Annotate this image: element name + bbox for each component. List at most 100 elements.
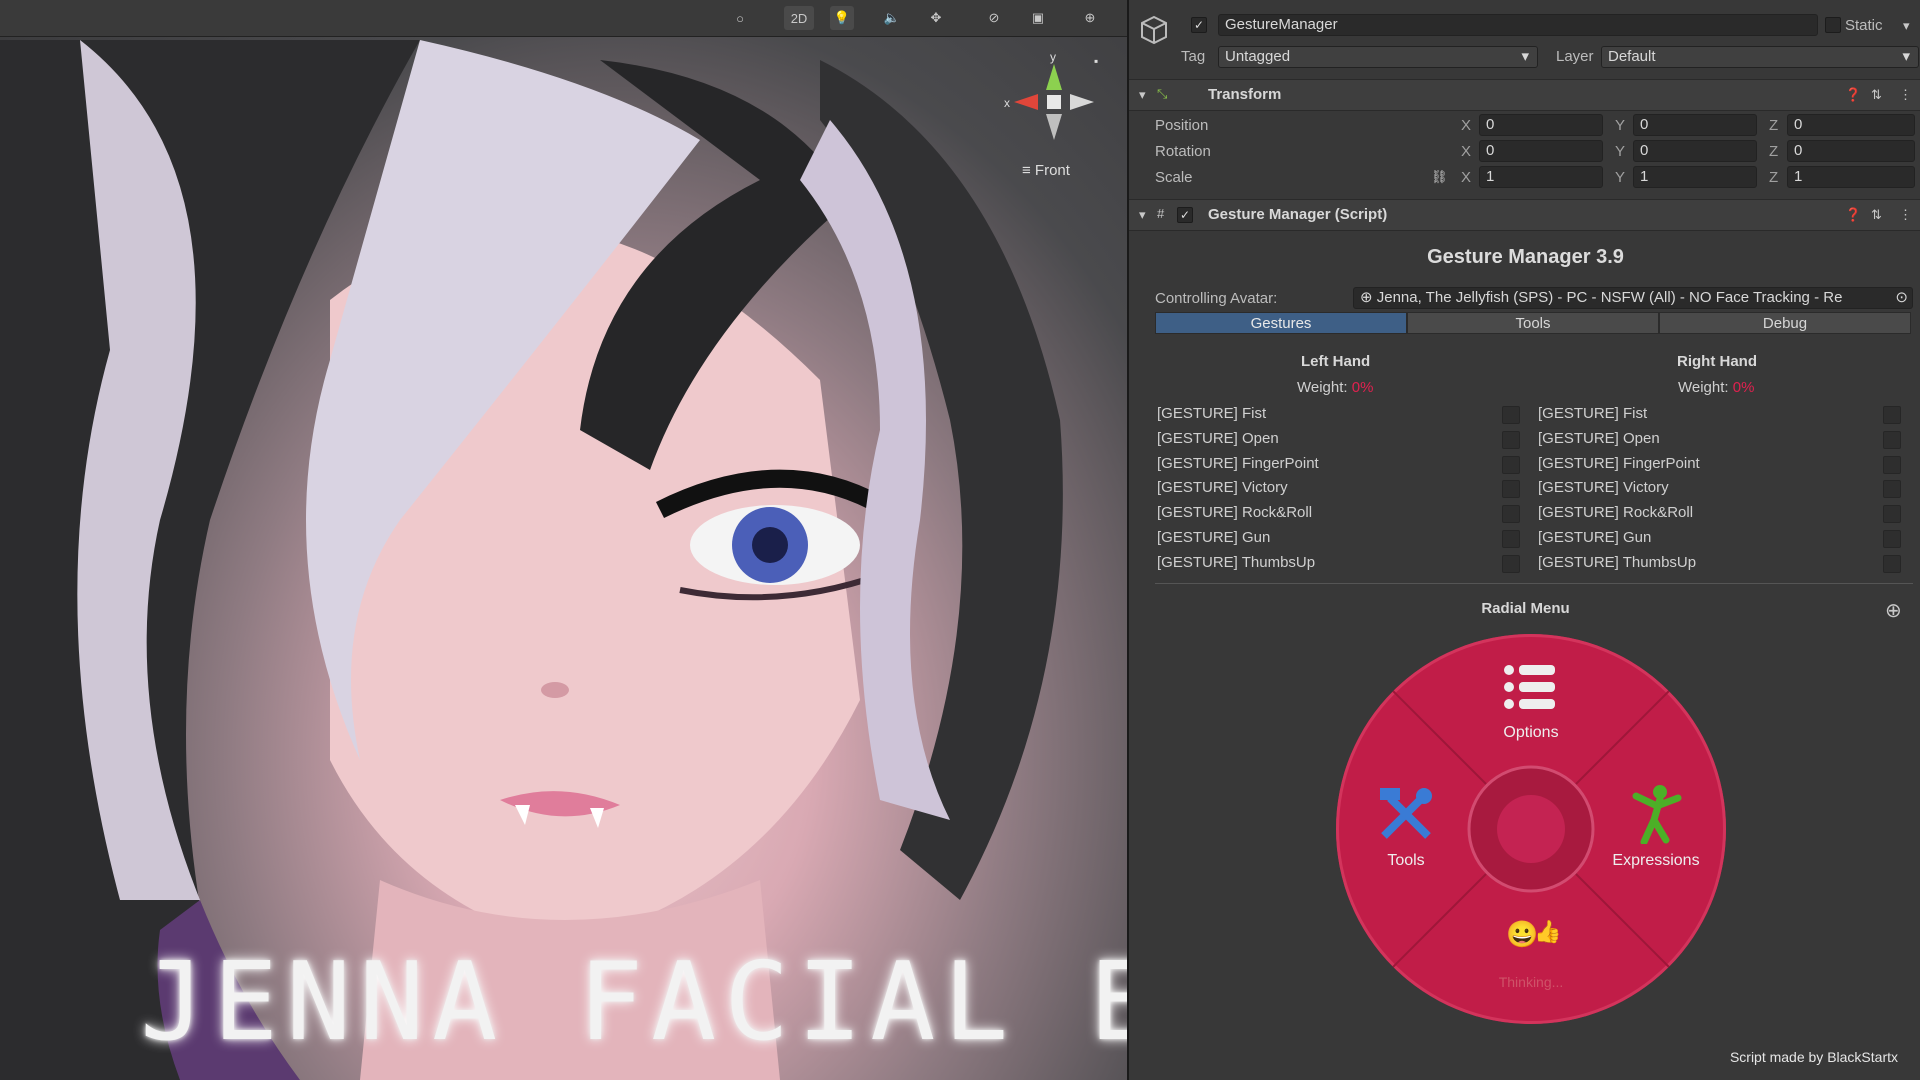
- right-gesture-item[interactable]: [GESTURE] Fist: [1538, 405, 1647, 422]
- right-gesture-toggle[interactable]: [1883, 505, 1901, 524]
- rotation-z-field[interactable]: 0: [1787, 140, 1915, 162]
- shading-mode-icon[interactable]: ○: [728, 6, 752, 30]
- right-gesture-item[interactable]: [GESTURE] Rock&Roll: [1538, 504, 1693, 521]
- foldout-arrow-icon[interactable]: ▾: [1139, 207, 1146, 223]
- controlling-avatar-field[interactable]: ⊕ Jenna, The Jellyfish (SPS) - PC - NSFW…: [1353, 287, 1913, 309]
- scale-y-field[interactable]: 1: [1633, 166, 1757, 188]
- weight-value: 0%: [1732, 379, 1755, 396]
- right-gesture-item[interactable]: [GESTURE] Victory: [1538, 479, 1669, 496]
- right-gesture-item[interactable]: [GESTURE] FingerPoint: [1538, 455, 1700, 472]
- left-gesture-toggle[interactable]: [1502, 554, 1520, 573]
- gameobject-cube-icon: [1141, 15, 1167, 45]
- foldout-arrow-icon[interactable]: ▾: [1139, 87, 1146, 103]
- right-hand-title: Right Hand: [1677, 353, 1757, 370]
- lighting-toggle-icon[interactable]: 💡: [830, 6, 854, 30]
- add-circle-icon[interactable]: ⊕: [1885, 598, 1902, 623]
- kebab-menu-icon[interactable]: ⋮: [1899, 87, 1912, 103]
- axis-x-label: X: [1461, 117, 1472, 134]
- left-gesture-toggle[interactable]: [1502, 530, 1520, 548]
- left-gesture-item[interactable]: [GESTURE] Open: [1157, 430, 1279, 447]
- transform-header[interactable]: ▾ ⤡ Transform ❓ ⇅ ⋮: [1129, 79, 1920, 111]
- script-title: Gesture Manager (Script): [1208, 206, 1388, 223]
- rotation-y-field[interactable]: 0: [1633, 140, 1757, 162]
- left-gesture-toggle[interactable]: [1502, 406, 1520, 424]
- left-gesture-item[interactable]: [GESTURE] ThumbsUp: [1157, 554, 1315, 571]
- preset-icon[interactable]: ⇅: [1871, 207, 1882, 223]
- axis-x-label: X: [1461, 143, 1472, 160]
- effects-toggle-icon[interactable]: ✥: [924, 6, 948, 30]
- rotation-x-field[interactable]: 0: [1479, 140, 1603, 162]
- gameobject-active-checkbox[interactable]: ✓: [1191, 17, 1207, 33]
- lock-icon[interactable]: ▪: [1094, 54, 1098, 68]
- left-gesture-item[interactable]: [GESTURE] Rock&Roll: [1157, 504, 1312, 521]
- radial-tools-item[interactable]: Tools: [1356, 784, 1456, 884]
- left-gesture-toggle[interactable]: [1502, 430, 1520, 449]
- radial-options-item[interactable]: Options: [1481, 662, 1581, 752]
- right-gesture-toggle[interactable]: [1883, 430, 1901, 449]
- right-gesture-item[interactable]: [GESTURE] Open: [1538, 430, 1660, 447]
- transform-icon: ⤡: [1157, 86, 1168, 101]
- hidden-objects-icon[interactable]: ⊘: [982, 6, 1006, 30]
- tab-debug[interactable]: Debug: [1659, 312, 1911, 334]
- tab-gestures[interactable]: Gestures: [1155, 312, 1407, 334]
- toggle-2d-button[interactable]: 2D: [784, 6, 814, 30]
- audio-toggle-icon[interactable]: 🔈: [880, 6, 904, 30]
- right-gesture-toggle[interactable]: [1883, 530, 1901, 548]
- transform-title: Transform: [1208, 86, 1282, 103]
- right-gesture-toggle[interactable]: [1883, 480, 1901, 499]
- left-gesture-item[interactable]: [GESTURE] FingerPoint: [1157, 455, 1319, 472]
- view-front-label[interactable]: ≡ Front: [1022, 162, 1070, 179]
- gizmos-dropdown-icon[interactable]: ⊕: [1078, 6, 1102, 30]
- position-x-field[interactable]: 0: [1479, 114, 1603, 136]
- radial-options-label: Options: [1503, 724, 1559, 741]
- help-icon[interactable]: ❓: [1845, 87, 1861, 103]
- thumbs-up-icon: 👍: [1534, 919, 1562, 944]
- script-icon: #: [1157, 206, 1165, 221]
- kebab-menu-icon[interactable]: ⋮: [1899, 207, 1912, 223]
- object-picker-icon[interactable]: ⊙: [1895, 288, 1908, 308]
- tag-dropdown[interactable]: Untagged ▾: [1218, 46, 1538, 68]
- left-gesture-toggle[interactable]: [1502, 480, 1520, 499]
- right-gesture-toggle[interactable]: [1883, 554, 1901, 573]
- tag-dropdown-chevron-icon: ▾: [1521, 48, 1529, 65]
- preset-icon[interactable]: ⇅: [1871, 87, 1882, 103]
- position-z-field[interactable]: 0: [1787, 114, 1915, 136]
- left-gesture-item[interactable]: [GESTURE] Fist: [1157, 405, 1266, 422]
- right-gesture-toggle[interactable]: [1883, 406, 1901, 424]
- axis-x-label: X: [1461, 169, 1472, 186]
- right-gesture-item[interactable]: [GESTURE] Gun: [1538, 529, 1651, 546]
- left-gesture-toggle[interactable]: [1502, 455, 1520, 474]
- script-enabled-checkbox[interactable]: ✓: [1177, 207, 1193, 223]
- help-icon[interactable]: ❓: [1845, 207, 1861, 223]
- controlling-avatar-label: Controlling Avatar:: [1155, 290, 1278, 307]
- static-dropdown-icon[interactable]: ▾: [1903, 18, 1910, 34]
- tab-tools[interactable]: Tools: [1407, 312, 1659, 334]
- layer-dropdown[interactable]: Default ▾: [1601, 46, 1919, 68]
- left-gesture-toggle[interactable]: [1502, 505, 1520, 524]
- gameobject-name-field[interactable]: GestureManager: [1218, 14, 1818, 36]
- avatar-render: [0, 40, 1063, 1080]
- left-gesture-item[interactable]: [GESTURE] Gun: [1157, 529, 1270, 546]
- options-list-icon: [1504, 665, 1555, 709]
- gesture-manager-heading: Gesture Manager 3.9: [1427, 246, 1624, 268]
- radial-menu[interactable]: Options Tools Expressions 😀 👍 Thinking..…: [1336, 634, 1726, 1024]
- right-gesture-toggle[interactable]: [1883, 455, 1901, 474]
- constrain-proportions-link-icon[interactable]: ⛓: [1431, 169, 1448, 185]
- static-checkbox[interactable]: [1825, 17, 1841, 33]
- radial-expressions-item[interactable]: Expressions: [1601, 784, 1711, 884]
- scene-view[interactable]: ○ 2D 💡 🔈 ✥ ⊘ ▣ ⊕ y x ▪ ≡ Front JENNA FAC…: [0, 0, 1127, 1080]
- transform-row-label: Rotation: [1155, 143, 1211, 160]
- scale-z-field[interactable]: 1: [1787, 166, 1915, 188]
- weight-label: Weight:: [1297, 379, 1348, 396]
- scale-x-field[interactable]: 1: [1479, 166, 1603, 188]
- right-gesture-item[interactable]: [GESTURE] ThumbsUp: [1538, 554, 1696, 571]
- left-gesture-item[interactable]: [GESTURE] Victory: [1157, 479, 1288, 496]
- axis-z-label: Z: [1769, 117, 1779, 134]
- camera-settings-icon[interactable]: ▣: [1026, 6, 1050, 30]
- radial-bottom-item[interactable]: 😀 👍 Thinking...: [1476, 919, 1586, 999]
- position-y-field[interactable]: 0: [1633, 114, 1757, 136]
- gesture-manager-script-header[interactable]: ▾ # ✓ Gesture Manager (Script) ❓ ⇅ ⋮: [1129, 199, 1920, 231]
- axis-y-label: Y: [1615, 117, 1626, 134]
- scene-toolbar: ○ 2D 💡 🔈 ✥ ⊘ ▣ ⊕: [0, 0, 1127, 37]
- tools-wrench-hammer-icon: [1380, 788, 1432, 839]
